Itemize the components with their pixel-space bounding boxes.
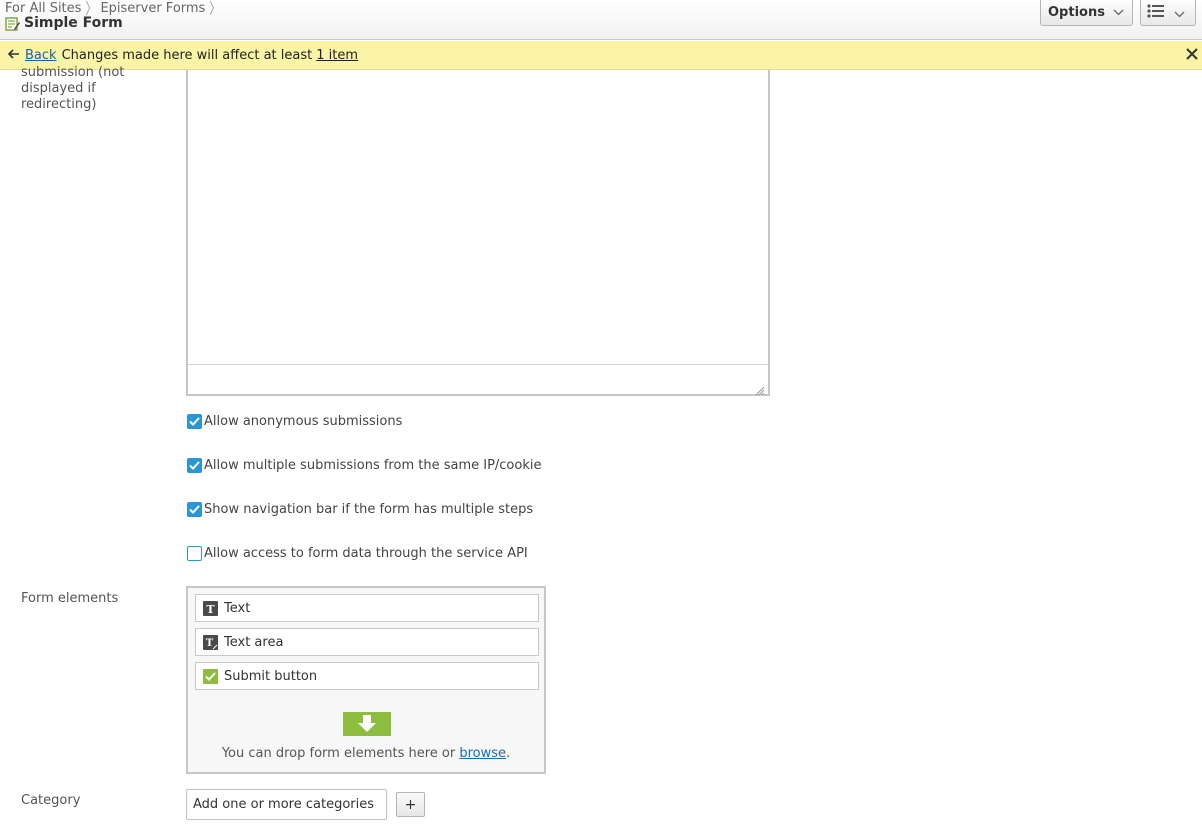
form-elements-dropzone[interactable]: T Text T Text area Submit button You can… xyxy=(186,586,546,774)
form-element-label: Text xyxy=(224,600,251,616)
drop-hint: You can drop form elements here or brows… xyxy=(188,746,544,761)
drop-hint-text: You can drop form elements here or xyxy=(221,746,456,761)
svg-text:T: T xyxy=(206,638,214,649)
checkbox-label: Allow multiple submissions from the same… xyxy=(204,458,542,473)
resize-handle-icon[interactable] xyxy=(755,381,765,396)
text-icon: T xyxy=(203,600,218,616)
options-label: Options xyxy=(1048,5,1105,20)
drop-arrow-icon xyxy=(343,712,391,736)
options-button[interactable]: Options xyxy=(1040,0,1133,26)
submit-check-icon xyxy=(203,668,218,684)
checkbox-label: Show navigation bar if the form has mult… xyxy=(204,502,534,517)
checkbox-checked-icon[interactable] xyxy=(187,458,202,473)
top-header: For All Sites 〉 Episerver Forms 〉 Simple… xyxy=(0,0,1202,40)
form-edit-icon xyxy=(5,16,20,31)
form-element-label: Submit button xyxy=(224,668,318,684)
checkbox-service-api[interactable]: Allow access to form data through the se… xyxy=(187,546,528,561)
submission-message-editor[interactable] xyxy=(186,70,770,396)
page-title: Simple Form xyxy=(5,15,123,31)
checkbox-checked-icon[interactable] xyxy=(187,502,202,517)
breadcrumb-item-for-all-sites[interactable]: For All Sites xyxy=(5,1,81,16)
view-toggle-button[interactable] xyxy=(1140,0,1196,26)
add-categories-label: Add one or more categories xyxy=(193,797,375,812)
drop-hint-suffix: . xyxy=(506,746,511,761)
checkbox-label: Allow anonymous submissions xyxy=(204,414,403,429)
checkbox-allow-anonymous[interactable]: Allow anonymous submissions xyxy=(187,414,402,429)
form-element-textarea[interactable]: T Text area xyxy=(195,628,539,656)
form-element-label: Text area xyxy=(224,634,284,650)
chevron-down-icon xyxy=(1174,3,1185,22)
close-icon[interactable] xyxy=(1186,48,1198,64)
add-category-plus-button[interactable]: + xyxy=(396,792,425,817)
submission-message-label: submission (not displayed if redirecting… xyxy=(21,65,125,112)
breadcrumb-item-episerver-forms[interactable]: Episerver Forms xyxy=(100,1,205,16)
notification-bar: Back Changes made here will affect at le… xyxy=(0,41,1202,70)
affected-items-link[interactable]: 1 item xyxy=(316,48,358,63)
checkbox-show-navigation[interactable]: Show navigation bar if the form has mult… xyxy=(187,502,533,517)
back-arrow-icon[interactable] xyxy=(7,48,20,63)
editor-content-area[interactable] xyxy=(188,70,768,365)
checkbox-unchecked-icon[interactable] xyxy=(187,546,202,561)
chevron-down-icon xyxy=(1113,5,1124,20)
form-element-submit[interactable]: Submit button xyxy=(195,662,539,690)
breadcrumb: For All Sites 〉 Episerver Forms 〉 xyxy=(5,0,224,18)
plus-icon: + xyxy=(404,796,417,813)
category-label: Category xyxy=(21,793,81,808)
checkbox-allow-multiple[interactable]: Allow multiple submissions from the same… xyxy=(187,458,541,473)
list-view-icon xyxy=(1147,3,1165,23)
back-link[interactable]: Back xyxy=(25,48,57,63)
svg-text:T: T xyxy=(206,603,215,616)
chevron-right-icon: 〉 xyxy=(209,0,221,18)
page-title-text: Simple Form xyxy=(24,15,123,31)
add-categories-button[interactable]: Add one or more categories xyxy=(186,789,387,820)
browse-link[interactable]: browse xyxy=(459,746,506,761)
form-element-text[interactable]: T Text xyxy=(195,594,539,622)
form-elements-label: Form elements xyxy=(21,591,119,606)
checkbox-label: Allow access to form data through the se… xyxy=(204,546,528,561)
checkbox-checked-icon[interactable] xyxy=(187,414,202,429)
textarea-icon: T xyxy=(203,634,218,650)
notice-message: Changes made here will affect at least xyxy=(61,47,313,63)
